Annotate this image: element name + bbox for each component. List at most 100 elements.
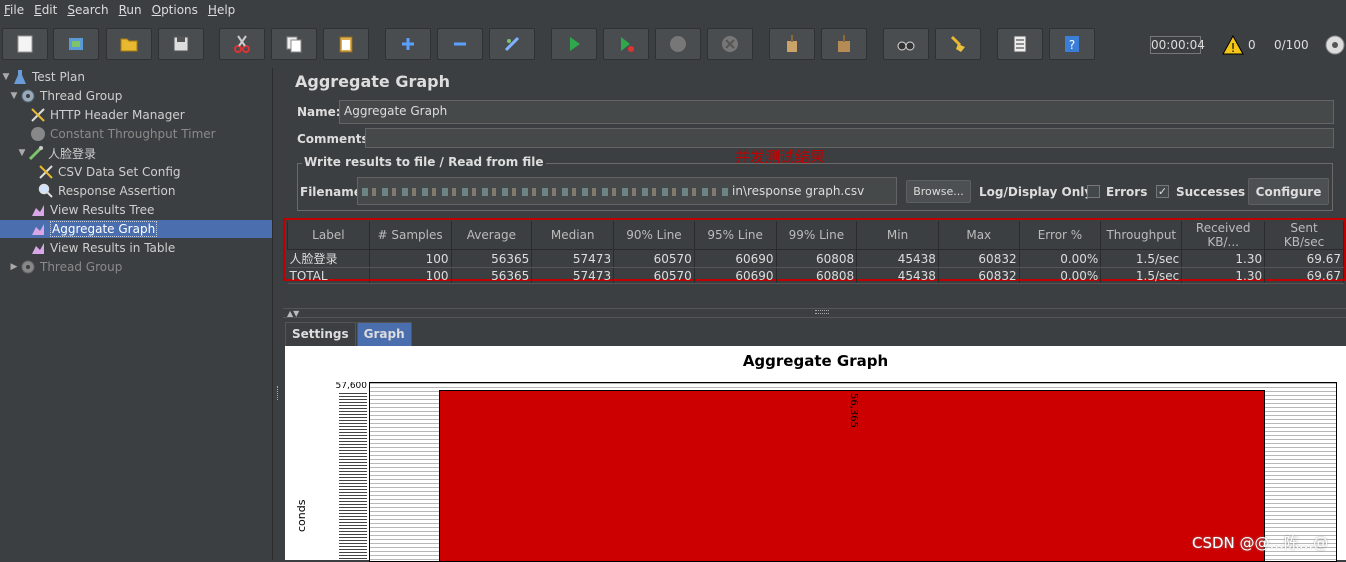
table-row[interactable]: TOTAL 100 56365 57473 60570 60690 60808 …: [287, 267, 1344, 284]
toggle-button[interactable]: [489, 28, 535, 60]
configure-button[interactable]: Configure: [1248, 178, 1329, 205]
search-button[interactable]: [883, 28, 929, 60]
clear-all-button[interactable]: [821, 28, 867, 60]
column-header[interactable]: # Samples: [368, 221, 452, 250]
broom-icon: [950, 35, 965, 52]
collapse-button[interactable]: [437, 28, 483, 60]
wand-icon: [504, 36, 520, 52]
tree-item-view-results-in-table[interactable]: View Results in Table: [18, 239, 175, 257]
expand-toggle-icon[interactable]: ▼: [8, 91, 20, 101]
listener-chart-icon: [30, 202, 46, 218]
copy-button[interactable]: [271, 28, 317, 60]
paste-button[interactable]: [323, 28, 369, 60]
menu-options[interactable]: Options: [148, 3, 204, 17]
tree-item-thread-group[interactable]: ▼ Thread Group: [8, 87, 123, 105]
remote-status-icon: [1325, 35, 1345, 55]
column-header[interactable]: Label: [287, 221, 370, 250]
timer-icon: [30, 126, 46, 142]
column-header[interactable]: 95% Line: [693, 221, 777, 250]
shutdown-icon: [722, 36, 738, 52]
open-button[interactable]: [106, 28, 152, 60]
table-cell: 1.30: [1181, 267, 1266, 284]
list-icon: [1013, 35, 1027, 53]
collapse-toggle-icon[interactable]: ▶: [8, 262, 20, 272]
wrench-icon: [30, 107, 46, 123]
templates-button[interactable]: [53, 28, 99, 60]
table-row[interactable]: 人脸登录 100 56365 57473 60570 60690 60808 4…: [287, 249, 1344, 268]
tab-graph[interactable]: Graph: [356, 322, 412, 346]
menu-help[interactable]: Help: [204, 3, 241, 17]
column-header[interactable]: 99% Line: [775, 221, 858, 250]
chart-title: Aggregate Graph: [742, 352, 889, 370]
splitter-grip[interactable]: [277, 386, 279, 400]
tab-settings[interactable]: Settings: [285, 322, 356, 346]
name-field[interactable]: Aggregate Graph: [339, 100, 1334, 124]
menu-search[interactable]: Search: [63, 3, 114, 17]
tree-item-response-assertion[interactable]: Response Assertion: [26, 182, 175, 200]
split-arrows-icon[interactable]: ▲▼: [287, 309, 299, 318]
expand-toggle-icon[interactable]: ▼: [0, 72, 12, 82]
table-cell: 60832: [938, 267, 1020, 284]
menu-edit[interactable]: Edit: [30, 3, 63, 17]
sampler-pipette-icon: [28, 145, 44, 161]
log-display-label: Log/Display Only:: [979, 185, 1097, 199]
tree-item-label: Constant Throughput Timer: [50, 127, 216, 141]
successes-checkbox[interactable]: ✓: [1156, 185, 1169, 198]
column-header[interactable]: Average: [450, 221, 533, 250]
column-header[interactable]: Error %: [1018, 221, 1102, 250]
column-header[interactable]: Throughput: [1100, 221, 1183, 250]
tree-item-aggregate-graph[interactable]: Aggregate Graph: [0, 220, 272, 238]
broom-clear-icon: [787, 35, 797, 52]
column-header[interactable]: Max: [937, 221, 1020, 250]
function-helper-button[interactable]: [997, 28, 1043, 60]
expand-toggle-icon[interactable]: ▼: [16, 148, 28, 158]
listener-chart-icon: [30, 240, 46, 256]
start-button[interactable]: [551, 28, 597, 60]
clear-button[interactable]: [769, 28, 815, 60]
tree-item-test-plan[interactable]: ▼ Test Plan: [0, 68, 85, 86]
column-header[interactable]: 90% Line: [613, 221, 695, 250]
tree-item-http-header-manager[interactable]: HTTP Header Manager: [18, 106, 185, 124]
cut-button[interactable]: [219, 28, 265, 60]
menu-bar: File Edit Search Run Options Help: [0, 0, 1346, 20]
aggregate-table[interactable]: Label # Samples Average Median 90% Line …: [287, 221, 1344, 284]
tree-item-constant-throughput-timer[interactable]: Constant Throughput Timer: [18, 125, 216, 143]
tree-item-label: Aggregate Graph: [50, 221, 158, 237]
reset-search-button[interactable]: [935, 28, 981, 60]
expand-button[interactable]: [385, 28, 431, 60]
column-header[interactable]: Sent KB/sec: [1264, 221, 1344, 250]
graph-tabs: Settings Graph: [285, 322, 413, 346]
stop-button[interactable]: [655, 28, 701, 60]
start-no-pauses-button[interactable]: [603, 28, 649, 60]
tree-item-view-results-tree[interactable]: View Results Tree: [18, 201, 154, 219]
elapsed-timer: 00:00:04: [1150, 36, 1205, 54]
menu-file[interactable]: File: [0, 3, 30, 17]
browse-button[interactable]: Browse...: [906, 180, 971, 203]
comments-field[interactable]: [365, 128, 1334, 148]
help-button[interactable]: ?: [1049, 28, 1095, 60]
magnifier-icon: [38, 183, 54, 199]
shutdown-button[interactable]: [707, 28, 753, 60]
tree-item-label: Thread Group: [40, 89, 123, 103]
divider-grip[interactable]: [815, 310, 829, 314]
new-button[interactable]: [2, 28, 48, 60]
tree-item-thread-group-2[interactable]: ▶ Thread Group: [8, 258, 123, 276]
split-pane-divider[interactable]: ▲▼: [283, 308, 1346, 318]
warning-count: 0: [1248, 38, 1256, 52]
warning-icon[interactable]: !: [1222, 35, 1244, 55]
errors-checkbox[interactable]: [1087, 185, 1100, 198]
table-cell: 69.67: [1264, 249, 1344, 268]
play-no-timer-icon: [621, 37, 634, 52]
tree-item-csv-data-set-config[interactable]: CSV Data Set Config: [26, 163, 181, 181]
menu-run[interactable]: Run: [115, 3, 148, 17]
column-header[interactable]: Median: [531, 221, 615, 250]
save-button[interactable]: [158, 28, 204, 60]
tree-item-face-login[interactable]: ▼ 人脸登录: [16, 144, 96, 162]
tree-splitter[interactable]: [272, 68, 282, 560]
column-header[interactable]: Received KB/...: [1181, 221, 1266, 250]
y-tick-mark: [339, 556, 367, 559]
column-header[interactable]: Min: [856, 221, 939, 250]
tree-item-label: 人脸登录: [48, 146, 97, 161]
listener-chart-icon: [30, 221, 46, 237]
filename-field[interactable]: in\response graph.csv: [357, 177, 897, 205]
